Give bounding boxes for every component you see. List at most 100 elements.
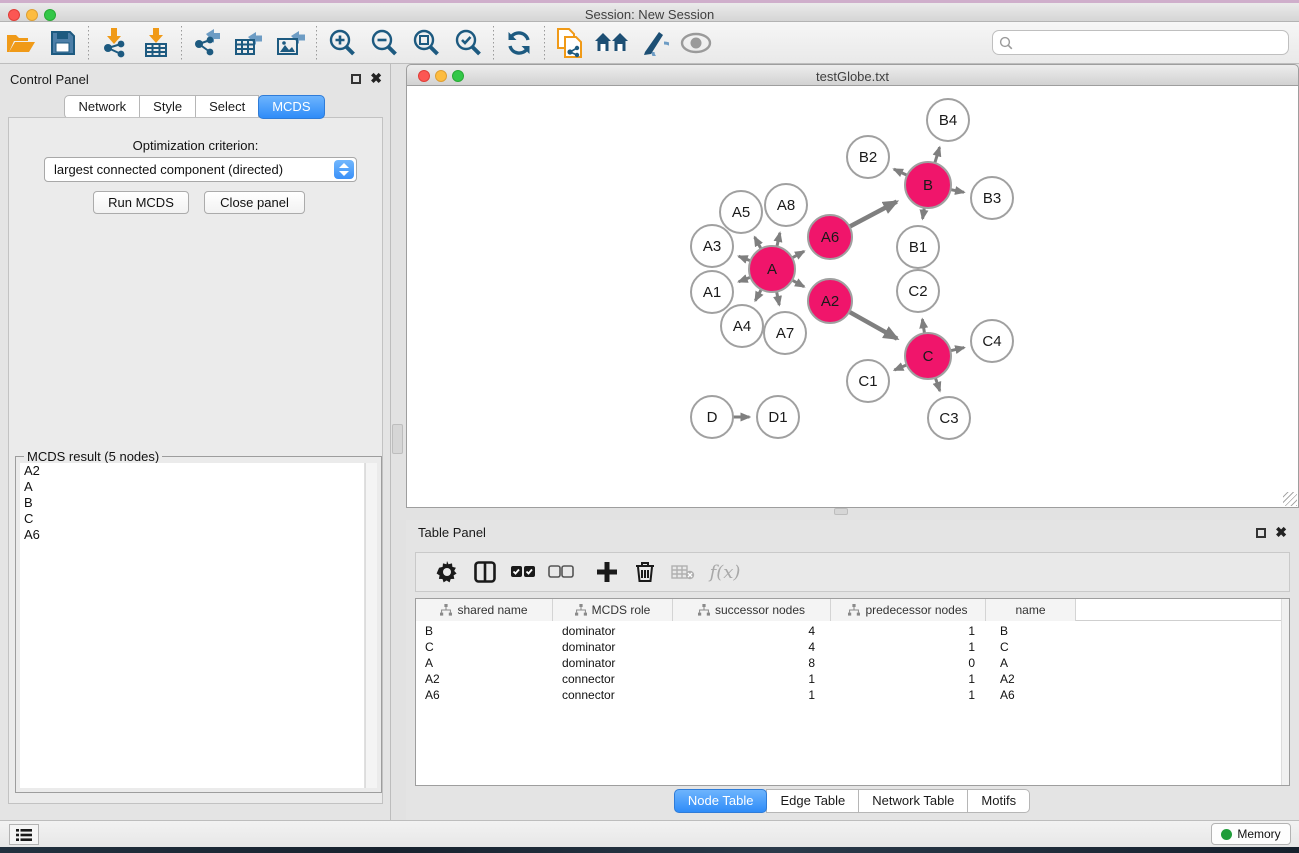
create-column-button[interactable] [588,555,626,589]
export-table-button[interactable] [228,24,270,62]
home-button[interactable] [591,24,633,62]
save-session-button[interactable] [42,24,84,62]
criterion-select[interactable]: largest connected component (directed) [44,157,357,182]
tab-network[interactable]: Network [64,95,140,119]
node-A8[interactable]: A8 [765,184,807,226]
tab-select[interactable]: Select [195,95,259,119]
close-panel-button[interactable]: Close panel [204,191,305,214]
column-header-predecessor-nodes[interactable]: predecessor nodes [831,599,986,621]
zoom-selected-button[interactable] [447,24,489,62]
network-window-titlebar[interactable]: testGlobe.txt [406,64,1299,86]
refresh-button[interactable] [498,24,540,62]
run-mcds-button[interactable]: Run MCDS [93,191,189,214]
node-A2[interactable]: A2 [808,279,852,323]
mcds-result-item-a[interactable]: A [20,479,364,495]
node-label-D: D [707,409,718,426]
checked-boxes-icon [510,565,536,579]
tab-style[interactable]: Style [139,95,196,119]
show-column-button[interactable] [466,555,504,589]
node-A6[interactable]: A6 [808,215,852,259]
network-canvas[interactable]: B4 B2 B B3 A5A8A6 A3 B1 A A1 C2 A2 A4A7 C4 C C1 D D1 C3 [406,86,1299,508]
window-resize-handle[interactable] [1283,492,1297,506]
float-table-panel-icon[interactable] [1256,528,1266,538]
search-icon [999,36,1013,50]
table-cell: A6 [986,687,1076,703]
node-A7[interactable]: A7 [764,312,806,354]
node-B3[interactable]: B3 [971,177,1013,219]
zoom-fit-button[interactable] [405,24,447,62]
node-B[interactable]: B [905,162,951,208]
table-row-a2[interactable]: A2connector11A2 [416,671,1281,687]
search-field[interactable] [992,30,1289,55]
memory-button[interactable]: Memory [1211,823,1291,845]
close-panel-icon[interactable]: ✖ [370,69,382,87]
open-session-button[interactable] [0,24,42,62]
function-builder-button[interactable]: f(x) [702,555,748,589]
node-C3[interactable]: C3 [928,397,970,439]
open-folder-icon [6,31,36,55]
delete-column-button[interactable] [626,555,664,589]
import-network-button[interactable] [93,24,135,62]
mcds-result-item-a6[interactable]: A6 [20,527,364,543]
node-C1[interactable]: C1 [847,360,889,402]
tab-motifs[interactable]: Motifs [967,789,1030,813]
edge-A6-B[interactable] [848,202,897,228]
table-settings-button[interactable] [428,555,466,589]
horizontal-splitter[interactable] [406,508,1299,520]
import-table-button[interactable] [135,24,177,62]
tab-node-table[interactable]: Node Table [674,789,768,813]
node-A4[interactable]: A4 [721,305,763,347]
table-row-a6[interactable]: A6connector11A6 [416,687,1281,703]
node-A[interactable]: A [749,246,795,292]
node-D1[interactable]: D1 [757,396,799,438]
select-all-button[interactable] [504,555,542,589]
mcds-result-item-b[interactable]: B [20,495,364,511]
table-row-a[interactable]: Adominator80A [416,655,1281,671]
vertical-splitter[interactable] [391,64,406,820]
node-C2[interactable]: C2 [897,270,939,312]
copy-network-button[interactable] [549,24,591,62]
task-history-button[interactable] [9,824,39,845]
export-network-button[interactable] [186,24,228,62]
node-B4[interactable]: B4 [927,99,969,141]
zoom-out-button[interactable] [363,24,405,62]
node-C[interactable]: C [905,333,951,379]
column-header-successor-nodes[interactable]: successor nodes [673,599,831,621]
mcds-result-item-c[interactable]: C [20,511,364,527]
node-B2[interactable]: B2 [847,136,889,178]
node-A1[interactable]: A1 [691,271,733,313]
splitter-grabber[interactable] [392,424,403,454]
vizmapper-button[interactable] [633,24,675,62]
column-header-MCDS-role[interactable]: MCDS role [553,599,673,621]
mcds-result-item-a2[interactable]: A2 [20,463,364,479]
float-panel-icon[interactable] [351,74,361,84]
edge-A2-C[interactable] [847,311,897,339]
search-input[interactable] [1013,33,1288,53]
splitter-grabber[interactable] [834,508,848,515]
column-header-shared-name[interactable]: shared name [416,599,553,621]
zoom-in-button[interactable] [321,24,363,62]
tab-network-table[interactable]: Network Table [858,789,968,813]
tab-mcds[interactable]: MCDS [258,95,324,119]
table-header-row: shared nameMCDS rolesuccessor nodesprede… [416,599,1281,621]
table-scrollbar[interactable] [1281,599,1289,785]
close-table-panel-icon[interactable]: ✖ [1275,523,1287,541]
node-A5[interactable]: A5 [720,191,762,233]
deselect-all-button[interactable] [542,555,580,589]
main-toolbar [0,22,1299,64]
table-cell: 0 [831,655,986,671]
column-header-name[interactable]: name [986,599,1076,621]
table-row-b[interactable]: Bdominator41B [416,623,1281,639]
delete-table-button[interactable] [664,555,702,589]
show-hide-button[interactable] [675,24,717,62]
node-A3[interactable]: A3 [691,225,733,267]
table-cell: 1 [673,671,831,687]
node-C4[interactable]: C4 [971,320,1013,362]
table-cell: A [986,655,1076,671]
export-image-button[interactable] [270,24,312,62]
result-list-scrollbar[interactable] [365,463,377,788]
table-row-c[interactable]: Cdominator41C [416,639,1281,655]
node-B1[interactable]: B1 [897,226,939,268]
tab-edge-table[interactable]: Edge Table [766,789,859,813]
node-D[interactable]: D [691,396,733,438]
